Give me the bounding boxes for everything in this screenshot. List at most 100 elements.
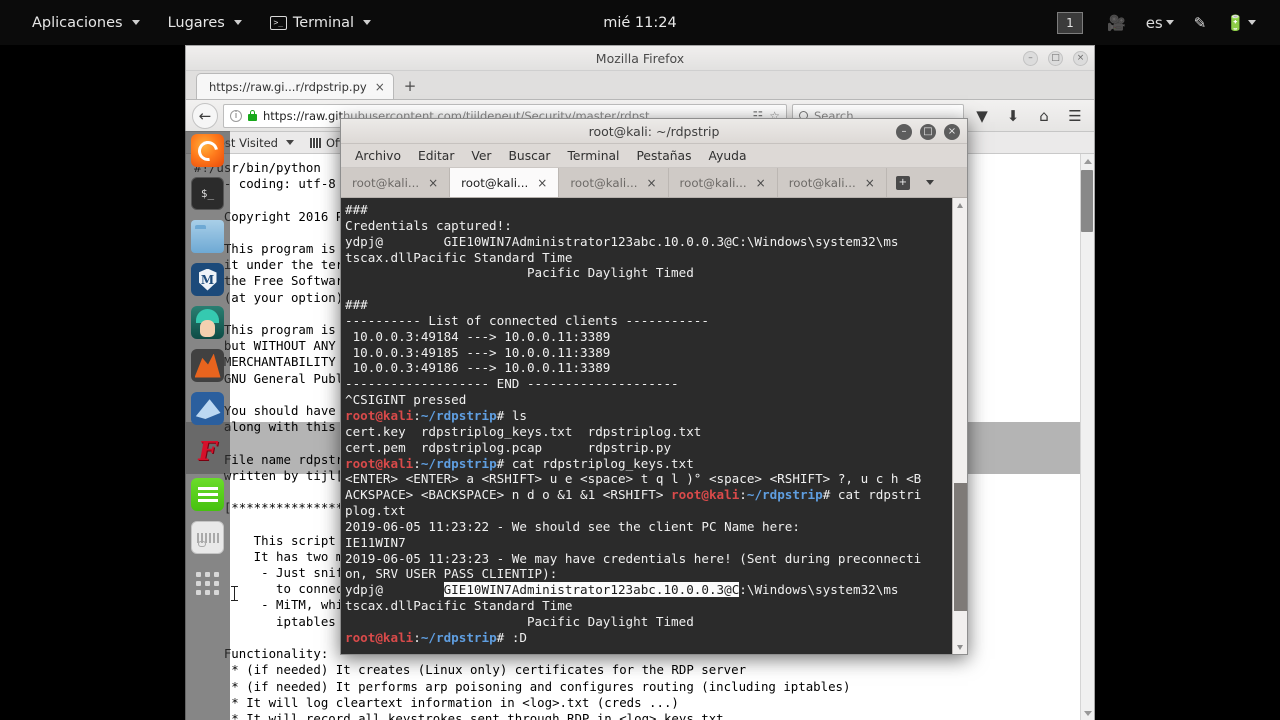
terminal-text-span: ~/rdpstrip	[746, 487, 823, 503]
downloads-icon[interactable]: ⬇	[1000, 103, 1026, 129]
pocket-icon[interactable]: ▼	[969, 103, 995, 129]
terminal-icon: >_	[269, 15, 287, 30]
terminal-text-span: :	[413, 629, 421, 645]
terminal-text-span: IE11WIN7	[345, 534, 406, 550]
terminal-tab-close-icon[interactable]: ×	[537, 176, 547, 190]
hamburger-menu-icon[interactable]: ☰	[1062, 103, 1088, 129]
menu-lugares-label: Lugares	[167, 14, 225, 31]
menu-aplicaciones[interactable]: Aplicaciones	[18, 0, 154, 45]
dock-item-wireshark[interactable]	[191, 392, 224, 425]
dock-item-terminal[interactable]: $_	[191, 177, 224, 210]
terminal-text-span: ###	[345, 297, 368, 313]
keyboard-layout-indicator[interactable]: es	[1136, 0, 1184, 45]
menu-terminal[interactable]: Terminal	[567, 149, 619, 163]
firefox-titlebar[interactable]: Mozilla Firefox – □ ×	[186, 46, 1094, 71]
terminal-scrollbar-thumb[interactable]	[954, 483, 967, 611]
terminal-tab-3[interactable]: root@kali... ×	[559, 168, 669, 197]
workspace-indicator[interactable]: 1	[1057, 11, 1083, 34]
dock-item-text-editor[interactable]	[191, 478, 224, 511]
lock-icon	[248, 110, 257, 121]
panel-status-area[interactable]: 1 🎥 es ✎ 🔋	[1043, 0, 1280, 45]
text-cursor-ibeam	[231, 586, 238, 602]
terminal-menubar[interactable]: Archivo Editar Ver Buscar Terminal Pesta…	[341, 144, 967, 168]
terminal-window-title: root@kali: ~/rdpstrip	[588, 123, 720, 139]
terminal-text-span: :	[413, 407, 421, 423]
terminal-text-span: # cat rdpstri	[822, 487, 922, 503]
firefox-tab-close-icon[interactable]: ×	[375, 80, 385, 94]
firefox-new-tab-button[interactable]: +	[394, 77, 427, 99]
dock-item-zenmap[interactable]: F	[191, 435, 224, 468]
firefox-window-title: Mozilla Firefox	[595, 50, 685, 66]
firefox-minimize-button[interactable]: –	[1023, 51, 1038, 66]
pen-icon[interactable]: ✎	[1184, 0, 1217, 45]
screen-recorder-icon[interactable]: 🎥	[1097, 0, 1136, 45]
firefox-close-button[interactable]: ×	[1073, 51, 1088, 66]
menu-aplicaciones-label: Aplicaciones	[32, 14, 123, 31]
home-icon[interactable]: ⌂	[1031, 103, 1057, 129]
menu-ayuda[interactable]: Ayuda	[709, 149, 747, 163]
keyboard-layout-label: es	[1145, 13, 1163, 32]
terminal-text-span: :	[413, 455, 421, 471]
terminal-text-span: 10.0.0.3:49185 ---> 10.0.0.11:3389	[345, 344, 611, 360]
dock-item-files[interactable]	[191, 220, 224, 253]
terminal-tab-strip[interactable]: root@kali... × root@kali... × root@kali.…	[341, 168, 967, 198]
menu-buscar[interactable]: Buscar	[508, 149, 550, 163]
terminal-text-span: Pacific Daylight Timed	[345, 265, 694, 281]
terminal-tab-close-icon[interactable]: ×	[756, 176, 766, 190]
burp-flame-icon	[194, 353, 221, 378]
terminal-tab-label: root@kali...	[679, 175, 747, 190]
back-arrow-icon[interactable]: ←	[192, 102, 218, 129]
dock-item-calculator[interactable]	[191, 521, 224, 554]
terminal-maximize-button[interactable]: □	[920, 123, 936, 140]
terminal-text-span: root@kali	[345, 455, 414, 471]
scroll-down-arrow-icon[interactable]	[957, 645, 963, 650]
terminal-text-span: # :D	[496, 629, 528, 645]
terminal-titlebar[interactable]: root@kali: ~/rdpstrip – □ ×	[341, 119, 967, 144]
dock-item-burpsuite[interactable]	[191, 349, 224, 382]
firefox-tab[interactable]: https://raw.gi...r/rdpstrip.py ×	[196, 73, 394, 99]
terminal-tab-label: root@kali...	[461, 175, 529, 190]
terminal-minimize-button[interactable]: –	[896, 123, 912, 140]
dock-item-firefox[interactable]	[191, 134, 224, 167]
menu-lugares[interactable]: Lugares	[154, 0, 256, 45]
page-info-icon[interactable]: i	[230, 109, 242, 122]
terminal-tab-4[interactable]: root@kali... ×	[669, 168, 778, 197]
terminal-text-span: cert.pem rdpstriplog.pcap rdpstrip.py	[345, 439, 672, 455]
battery-icon[interactable]: 🔋	[1216, 0, 1266, 45]
terminal-close-button[interactable]: ×	[944, 123, 960, 140]
terminal-tab-close-icon[interactable]: ×	[646, 176, 656, 190]
terminal-tab-close-icon[interactable]: ×	[428, 176, 438, 190]
terminal-new-tab-button[interactable]: +	[887, 168, 919, 197]
terminal-text-span: <ENTER> <ENTER> a <RSHIFT> u e <space> t…	[345, 471, 922, 487]
terminal-vertical-scrollbar[interactable]	[952, 198, 967, 654]
offsec-icon	[309, 137, 321, 148]
gnome-top-panel[interactable]: Aplicaciones Lugares >_ Terminal mié 11:…	[0, 0, 1280, 45]
terminal-text-span: # ls	[496, 407, 528, 423]
show-applications-button[interactable]	[196, 572, 219, 595]
menu-editar[interactable]: Editar	[418, 149, 454, 163]
menu-terminal-window[interactable]: >_ Terminal	[256, 0, 385, 45]
menu-pestanas[interactable]: Pestañas	[636, 149, 691, 163]
scroll-up-arrow-icon[interactable]	[957, 203, 963, 208]
terminal-screen[interactable]: ### Credentials captured!: ydpj@ GIE10WI…	[341, 198, 967, 654]
terminal-text-span: ACKSPACE> <BACKSPACE> n d o &1 &1 <RSHIF…	[345, 487, 672, 503]
terminal-text-span: cert.key rdpstriplog_keys.txt rdpstriplo…	[345, 423, 702, 439]
terminal-text-span: Pacific Daylight Timed	[345, 613, 694, 629]
terminal-window[interactable]: root@kali: ~/rdpstrip – □ × Archivo Edit…	[340, 118, 968, 655]
dock-item-armitage[interactable]	[191, 306, 224, 339]
shield-icon: M	[198, 268, 217, 291]
firefox-maximize-button[interactable]: □	[1048, 51, 1063, 66]
dock-item-metasploit[interactable]: M	[191, 263, 224, 296]
menu-ver[interactable]: Ver	[471, 149, 491, 163]
firefox-tab-strip[interactable]: https://raw.gi...r/rdpstrip.py × +	[186, 71, 1094, 100]
terminal-text-span: root@kali	[345, 629, 414, 645]
terminal-tab-2[interactable]: root@kali... ×	[450, 168, 560, 197]
application-dock[interactable]: $_ M F	[185, 131, 230, 720]
terminal-tab-list-button[interactable]	[919, 168, 944, 197]
terminal-tab-5[interactable]: root@kali... ×	[778, 168, 887, 197]
terminal-tab-1[interactable]: root@kali... ×	[341, 168, 451, 197]
terminal-tab-close-icon[interactable]: ×	[865, 176, 875, 190]
firefox-window-controls: – □ ×	[1023, 46, 1088, 71]
terminal-text-span: plog.txt	[345, 503, 406, 519]
menu-archivo[interactable]: Archivo	[355, 149, 401, 163]
